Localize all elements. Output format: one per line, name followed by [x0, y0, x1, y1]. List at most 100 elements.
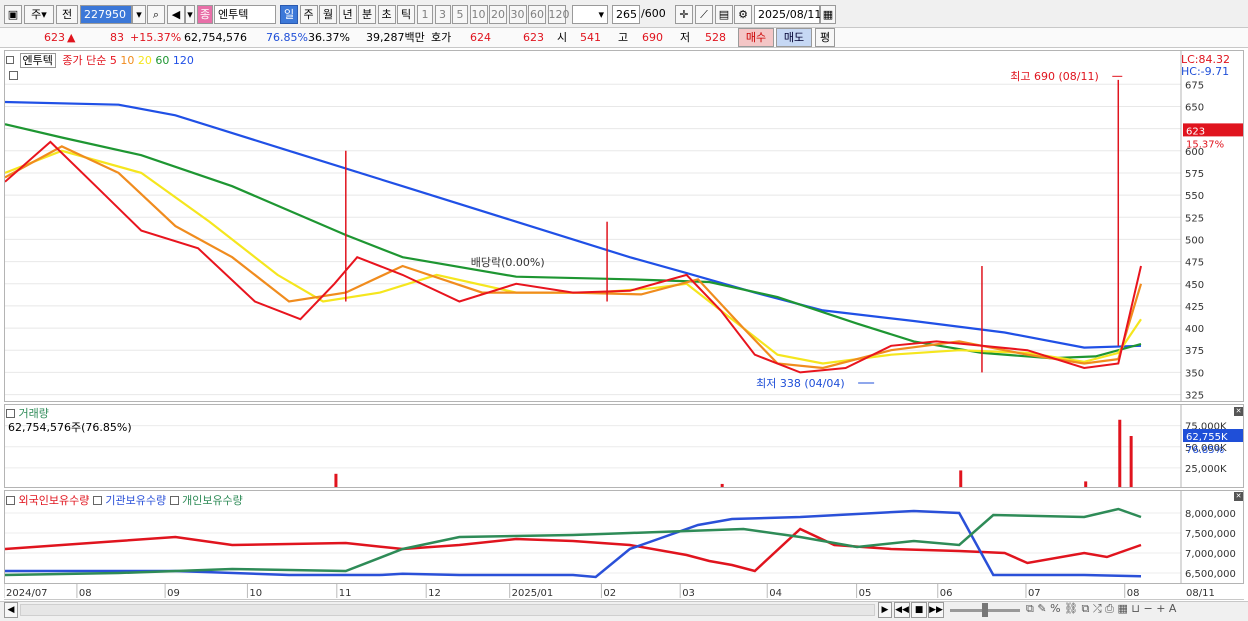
y-tick-label: 450 — [1185, 280, 1204, 291]
individual-holdings-label: 개인보유수량 — [182, 494, 243, 507]
interval-button-1[interactable]: 1 — [417, 5, 433, 24]
y-tick-label: 475 — [1185, 258, 1204, 269]
legend-box-icon — [6, 409, 15, 418]
count-input[interactable]: 265 — [612, 5, 640, 24]
window-icon[interactable]: ⧉ — [1026, 602, 1034, 615]
rewind-icon: ◀◀ — [895, 605, 909, 615]
period-button-5[interactable]: 초 — [377, 5, 396, 24]
holdings-close-icon[interactable]: ✕ — [1234, 492, 1243, 501]
volume-ratio: 76.85% — [266, 31, 308, 44]
shuffle-icon[interactable]: ⤮ — [1093, 602, 1102, 615]
period-prev-button[interactable]: 전 — [56, 5, 78, 24]
period-button-6[interactable]: 틱 — [397, 5, 415, 24]
interval-button-120[interactable]: 120 — [547, 5, 570, 24]
y-tick-label: 7,500,000 — [1185, 529, 1236, 540]
tool-icons[interactable]: ⧉ ✎ % ⛓ ⧉ ⤮ ⎙ ▦ ⊔ − + A — [1026, 602, 1176, 616]
sell-button[interactable]: 매도 — [776, 28, 812, 47]
last-volume-pct: 76.85% — [1186, 445, 1224, 456]
last-price-label: 623 — [1186, 126, 1205, 137]
y-tick-label: 400 — [1185, 324, 1204, 335]
search-button[interactable]: ⌕ — [147, 5, 165, 24]
horizontal-scrollbar[interactable] — [20, 604, 875, 616]
period-button-0[interactable]: 일 — [280, 5, 298, 24]
copy-icon[interactable]: ⧉ — [1082, 602, 1090, 615]
low-price: 528 — [705, 31, 726, 44]
crosshair-button[interactable]: ✛ — [675, 5, 693, 24]
institution-holdings-line — [5, 509, 1142, 579]
period-main-button[interactable]: 주▾ — [24, 5, 54, 24]
sound-dropdown-button[interactable]: ▾ — [185, 5, 195, 24]
sound-button[interactable]: ◀ — [167, 5, 185, 24]
interval-button-10[interactable]: 10 — [469, 5, 488, 24]
ma-label-60: 60 — [151, 54, 170, 67]
buy-button[interactable]: 매수 — [738, 28, 774, 47]
arrow-left-icon: ◀ — [7, 605, 15, 615]
avg-button[interactable]: 평 — [815, 28, 835, 47]
scroll-right-button[interactable]: ▶ — [878, 602, 892, 618]
scroll-left-button[interactable]: ◀ — [4, 602, 18, 618]
legend-box-icon — [6, 56, 14, 64]
interval-button-20[interactable]: 20 — [489, 5, 507, 24]
price-change-pct: +15.37% — [130, 31, 182, 44]
y-tick-label: 6,500,000 — [1185, 569, 1236, 580]
arrow-right-icon: ▶ — [881, 605, 889, 615]
volume-value-text: 62,754,576주(76.85%) — [8, 421, 132, 434]
interval-button-60[interactable]: 60 — [528, 5, 546, 24]
stock-name-field[interactable]: 엔투텍 — [214, 5, 276, 24]
grid-icon[interactable]: ▦ — [1117, 602, 1127, 615]
code-dropdown-button[interactable]: ▾ — [132, 5, 146, 24]
minus-icon[interactable]: − — [1143, 602, 1152, 615]
legend-box-icon — [6, 496, 15, 505]
volume-bar — [959, 470, 963, 487]
interval-dropdown[interactable]: ▾ — [572, 5, 608, 24]
percent-icon[interactable]: % — [1050, 602, 1060, 615]
holdings-legend: 외국인보유수량 기관보유수량 개인보유수량 — [6, 492, 243, 508]
magnet-icon[interactable]: ⊔ — [1131, 602, 1140, 615]
settings-button[interactable]: ⚙ — [734, 5, 752, 24]
price-panel[interactable]: 6756506256005755505255004754504254003753… — [4, 50, 1244, 402]
stock-name-label: 엔투텍 — [19, 53, 56, 68]
volume-panel[interactable]: 75,000K 50,000K 25,000K 62,755K 76.85% — [4, 404, 1244, 488]
volume-close-icon[interactable]: ✕ — [1234, 407, 1243, 416]
x-tick-label: 2025/01 — [512, 588, 554, 599]
foreign-holdings-label: 외국인보유수량 — [18, 494, 90, 507]
interval-button-5[interactable]: 5 — [452, 5, 468, 24]
x-tick-label: 12 — [428, 588, 441, 599]
ma-title: 종가 단순 — [62, 54, 107, 67]
high-price: 690 — [642, 31, 663, 44]
plus-icon[interactable]: + — [1156, 602, 1165, 615]
period-button-4[interactable]: 분 — [358, 5, 376, 24]
pen-icon[interactable]: ✎ — [1037, 602, 1046, 615]
x-tick-label: 10 — [249, 588, 262, 599]
legend-box-icon — [169, 496, 179, 505]
ma5-line — [5, 140, 1142, 374]
x-tick-label: 03 — [682, 588, 695, 599]
date-input[interactable]: 2025/08/11 — [754, 5, 821, 24]
print-icon[interactable]: ⎙ — [1105, 602, 1114, 615]
y-tick-label: 350 — [1185, 368, 1204, 379]
crosshair-icon: ✛ — [679, 8, 689, 21]
hoga-label: 호가 — [431, 31, 452, 44]
grid-icon[interactable] — [9, 71, 18, 80]
stock-code-input[interactable]: 227950 — [80, 5, 132, 24]
stop-button[interactable]: ■ — [911, 602, 927, 618]
interval-button-3[interactable]: 3 — [434, 5, 451, 24]
gear-icon: ⚙ — [738, 8, 748, 21]
interval-button-30[interactable]: 30 — [508, 5, 527, 24]
save-button[interactable]: ▤ — [715, 5, 733, 24]
period-button-2[interactable]: 월 — [319, 5, 337, 24]
period-button-1[interactable]: 주 — [299, 5, 318, 24]
calendar-icon: ▦ — [822, 8, 834, 21]
calendar-button[interactable]: ▦ — [820, 5, 836, 24]
rewind-button[interactable]: ◀◀ — [894, 602, 910, 618]
trend-button[interactable]: ⟋ — [695, 5, 713, 24]
period-button-3[interactable]: 년 — [338, 5, 357, 24]
link-icon[interactable]: ⛓ — [1064, 602, 1078, 615]
font-icon[interactable]: A — [1169, 602, 1177, 615]
zoom-slider-handle[interactable] — [982, 603, 988, 617]
stock-badge: 종 — [197, 5, 213, 24]
bid-price: 623 — [523, 31, 544, 44]
y-tick-label: 8,000,000 — [1185, 509, 1236, 520]
forward-button[interactable]: ▶▶ — [928, 602, 944, 618]
window-menu-button[interactable]: ▣ — [4, 5, 22, 24]
